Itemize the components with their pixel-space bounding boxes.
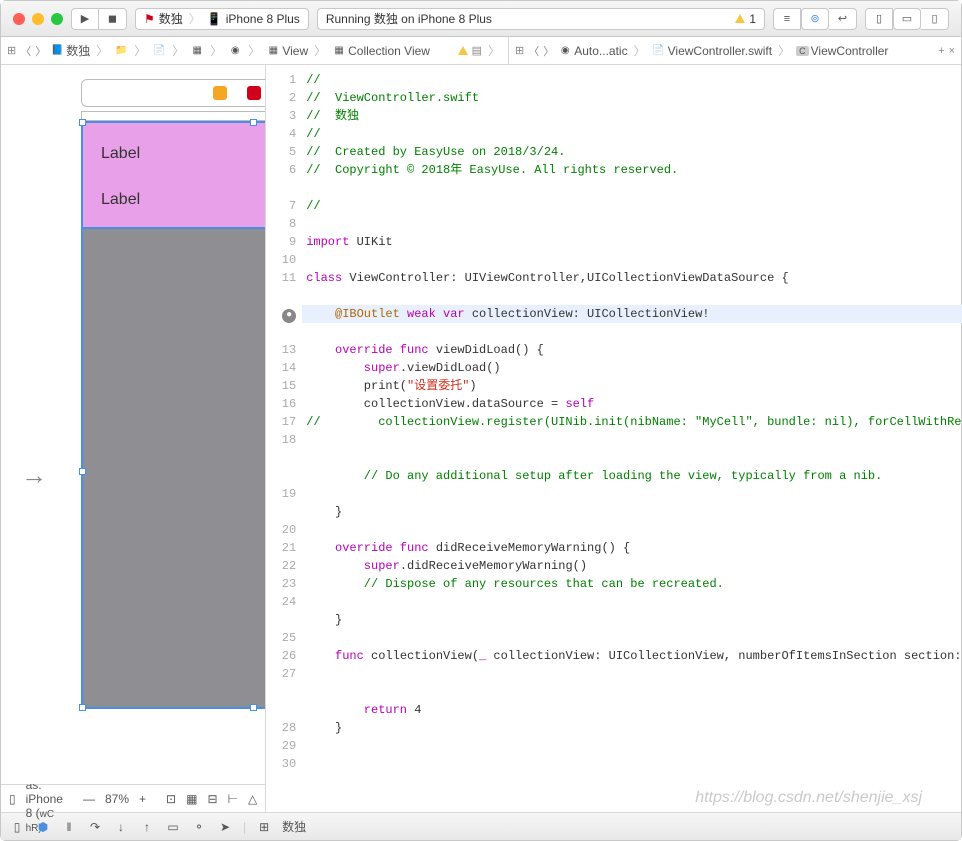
interface-builder-panel: → Label Label bbox=[1, 65, 266, 812]
run-stop-group: ▶ ◼ bbox=[71, 8, 127, 30]
jumpbar-left[interactable]: ⊞ 〈 〉 📘数独 〉📁 〉📄 〉▦ 〉◉ 〉▦View 〉▦Collectio… bbox=[1, 37, 509, 64]
back-icon[interactable]: 〈 bbox=[20, 43, 31, 59]
folder-icon: 📁 bbox=[114, 44, 128, 58]
code-editor-panel: 1234567891011●13141516171819202122232425… bbox=[266, 65, 962, 812]
back-icon[interactable]: 〈 bbox=[528, 43, 539, 59]
view-controller-scene[interactable]: Label Label Collection bbox=[81, 77, 265, 709]
step-into-icon[interactable]: ↓ bbox=[113, 820, 129, 834]
window-controls bbox=[13, 13, 63, 25]
forward-icon[interactable]: 〉 bbox=[35, 43, 46, 59]
hide-debug-icon[interactable]: ▯ bbox=[9, 820, 25, 834]
automatic-icon: ◉ bbox=[558, 44, 572, 58]
selection-handle[interactable] bbox=[79, 119, 86, 126]
align-icon[interactable]: ⊟ bbox=[207, 792, 217, 806]
selection-handle[interactable] bbox=[79, 704, 86, 711]
resolve-icon[interactable]: △ bbox=[248, 792, 257, 806]
view-debug-icon[interactable]: ▭ bbox=[165, 820, 181, 834]
code-editor[interactable]: // // ViewController.swift // 数独 // // C… bbox=[302, 65, 962, 812]
collection-view[interactable]: Collection bbox=[81, 229, 265, 709]
add-editor-icon[interactable]: + bbox=[938, 45, 944, 57]
jumpbar: ⊞ 〈 〉 📘数独 〉📁 〉📄 〉▦ 〉◉ 〉▦View 〉▦Collectio… bbox=[1, 37, 961, 65]
gutter[interactable]: 1234567891011●13141516171819202122232425… bbox=[266, 65, 302, 812]
process-icon: ⊞ bbox=[256, 820, 272, 834]
related-items-icon[interactable]: ⊞ bbox=[7, 44, 16, 57]
stop-button[interactable]: ◼ bbox=[99, 8, 127, 30]
editor-mode-group: ≡ ⊚ ↩ bbox=[773, 8, 857, 30]
swift-file-icon: 📄 bbox=[652, 44, 666, 58]
scheme-device: iPhone 8 Plus bbox=[226, 12, 300, 26]
process-name[interactable]: 数独 bbox=[282, 818, 306, 835]
close-icon[interactable] bbox=[13, 13, 25, 25]
minimize-icon[interactable] bbox=[32, 13, 44, 25]
standard-editor-button[interactable]: ≡ bbox=[773, 8, 801, 30]
maximize-icon[interactable] bbox=[51, 13, 63, 25]
step-out-icon[interactable]: ↑ bbox=[139, 820, 155, 834]
status-bar-placeholder bbox=[81, 111, 265, 121]
collection-view-cell[interactable]: Label Label bbox=[81, 121, 265, 229]
scene-dock[interactable] bbox=[81, 79, 265, 107]
zoom-level[interactable]: 87% bbox=[105, 792, 129, 806]
cell-label-1[interactable]: Label bbox=[101, 145, 140, 163]
ib-footer: ▯ View as: iPhone 8 (wC hR) — 87% + ⊡ ▦ … bbox=[1, 784, 265, 812]
view-icon: ▦ bbox=[266, 44, 280, 58]
memory-graph-icon[interactable]: ⚬ bbox=[191, 820, 207, 834]
storyboard-icon: 📄 bbox=[152, 44, 166, 58]
panel-toggle-group: ▯ ▭ ▯ bbox=[865, 8, 949, 30]
update-frames-icon[interactable]: ⊡ bbox=[166, 792, 176, 806]
related-items-icon[interactable]: ⊞ bbox=[515, 44, 524, 57]
pause-icon[interactable]: ‖ bbox=[61, 820, 77, 834]
zoom-in-button[interactable]: + bbox=[139, 792, 146, 806]
run-button[interactable]: ▶ bbox=[71, 8, 99, 30]
project-icon: 📘 bbox=[50, 44, 64, 58]
toggle-debug-button[interactable]: ▭ bbox=[893, 8, 921, 30]
jumpbar-right[interactable]: ⊞ 〈 〉 ◉Auto...atic 〉 📄ViewController.swi… bbox=[509, 37, 961, 64]
assistant-editor-button[interactable]: ⊚ bbox=[801, 8, 829, 30]
vc-dock-icon[interactable] bbox=[213, 86, 227, 100]
outlet-connection-icon[interactable]: ● bbox=[282, 309, 296, 323]
titlebar: ▶ ◼ ⚑ 数独 〉 📱 iPhone 8 Plus Running 数独 on… bbox=[1, 1, 961, 37]
version-editor-button[interactable]: ↩ bbox=[829, 8, 857, 30]
canvas[interactable]: → Label Label bbox=[1, 65, 265, 784]
embed-icon[interactable]: ▦ bbox=[186, 792, 197, 806]
breakpoint-toggle-icon[interactable]: ⬢ bbox=[35, 820, 51, 834]
class-icon: C bbox=[796, 46, 809, 56]
toggle-inspector-button[interactable]: ▯ bbox=[921, 8, 949, 30]
content: → Label Label bbox=[1, 65, 961, 812]
selection-handle[interactable] bbox=[250, 704, 257, 711]
warning-icon bbox=[735, 14, 745, 23]
scheme-app: 数独 bbox=[159, 10, 183, 27]
activity-status: Running 数独 on iPhone 8 Plus 1 bbox=[317, 8, 765, 30]
vc-icon: ◉ bbox=[228, 44, 242, 58]
debug-bar: ▯ ⬢ ‖ ↷ ↓ ↑ ▭ ⚬ ➤ | ⊞ 数独 bbox=[1, 812, 961, 840]
first-responder-icon[interactable] bbox=[247, 86, 261, 100]
zoom-out-button[interactable]: — bbox=[83, 792, 95, 806]
scheme-selector[interactable]: ⚑ 数独 〉 📱 iPhone 8 Plus bbox=[135, 8, 309, 30]
cell-label-2[interactable]: Label bbox=[101, 191, 140, 209]
forward-icon[interactable]: 〉 bbox=[543, 43, 554, 59]
initial-vc-arrow-icon: → bbox=[21, 460, 47, 491]
selection-handle[interactable] bbox=[250, 119, 257, 126]
outline-icon[interactable]: ▤ bbox=[472, 44, 482, 57]
warning-icon[interactable] bbox=[458, 46, 468, 55]
toggle-outline-icon[interactable]: ▯ bbox=[9, 792, 16, 806]
step-over-icon[interactable]: ↷ bbox=[87, 820, 103, 834]
warning-badge[interactable]: 1 bbox=[735, 12, 756, 26]
toggle-navigator-button[interactable]: ▯ bbox=[865, 8, 893, 30]
status-text: Running 数独 on iPhone 8 Plus bbox=[326, 10, 492, 27]
pin-icon[interactable]: ⊢ bbox=[228, 792, 238, 806]
selection-handle[interactable] bbox=[79, 468, 86, 475]
collection-view-icon: ▦ bbox=[332, 44, 346, 58]
scene-icon: ▦ bbox=[190, 44, 204, 58]
close-editor-icon[interactable]: × bbox=[949, 45, 955, 57]
location-icon[interactable]: ➤ bbox=[217, 820, 233, 834]
